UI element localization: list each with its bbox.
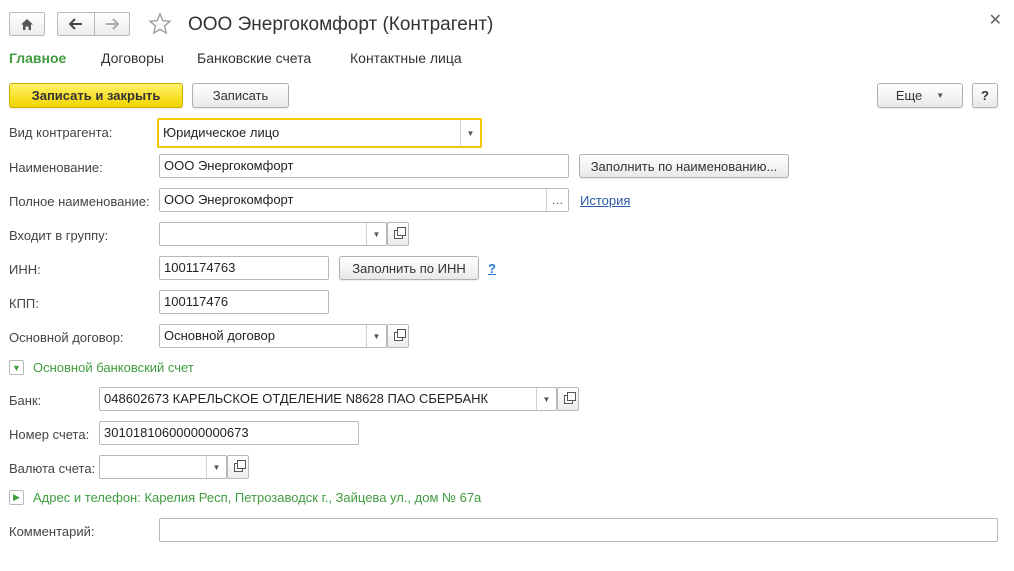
star-icon <box>148 12 172 35</box>
fill-by-name-button[interactable]: Заполнить по наименованию... <box>579 154 789 178</box>
name-input[interactable]: ООО Энергокомфорт <box>159 154 569 178</box>
currency-label: Валюта счета: <box>9 461 96 476</box>
bank-section-title: Основной банковский счет <box>33 360 194 375</box>
name-value: ООО Энергокомфорт <box>164 158 294 173</box>
dropdown-arrow-icon[interactable]: ▼ <box>536 388 556 410</box>
save-and-close-label: Записать и закрыть <box>31 88 161 103</box>
open-currency-button[interactable] <box>227 455 249 479</box>
tab-contact-persons[interactable]: Контактные лица <box>350 49 462 67</box>
help-button[interactable]: ? <box>972 83 998 108</box>
dropdown-arrow-icon[interactable]: ▼ <box>460 120 480 146</box>
save-and-close-button[interactable]: Записать и закрыть <box>9 83 183 108</box>
comment-label: Комментарий: <box>9 524 95 539</box>
arrow-left-icon <box>69 18 82 30</box>
contract-label: Основной договор: <box>9 330 124 345</box>
contract-select[interactable]: Основной договор ▼ <box>159 324 387 348</box>
chevron-down-icon[interactable]: ▼ <box>9 360 24 375</box>
full-name-label: Полное наименование: <box>9 194 150 209</box>
fill-by-name-label: Заполнить по наименованию... <box>590 158 778 174</box>
favorite-star-button[interactable] <box>148 12 172 36</box>
more-dots-icon[interactable]: … <box>546 189 568 211</box>
kpp-value: 100117476 <box>164 294 229 309</box>
full-name-value: ООО Энергокомфорт <box>164 192 294 207</box>
open-window-icon <box>393 226 406 239</box>
bank-select[interactable]: 048602673 КАРЕЛЬСКОЕ ОТДЕЛЕНИЕ N8628 ПАО… <box>99 387 557 411</box>
bank-value: 048602673 КАРЕЛЬСКОЕ ОТДЕЛЕНИЕ N8628 ПАО… <box>104 391 489 406</box>
tab-main[interactable]: Главное <box>9 49 66 67</box>
back-button[interactable] <box>57 12 94 36</box>
chevron-right-icon[interactable]: ▶ <box>9 490 24 505</box>
save-label: Записать <box>212 88 269 103</box>
currency-select[interactable]: ▼ <box>99 455 227 479</box>
open-bank-button[interactable] <box>557 387 579 411</box>
dropdown-arrow-icon[interactable]: ▼ <box>366 325 386 347</box>
comment-input[interactable] <box>159 518 998 542</box>
kind-label: Вид контрагента: <box>9 125 113 140</box>
account-value: 30101810600000000673 <box>104 425 249 440</box>
comment-value <box>160 519 997 541</box>
address-section-header[interactable]: ▶ Адрес и телефон: Карелия Респ, Петроза… <box>9 490 481 505</box>
name-label: Наименование: <box>9 160 103 175</box>
group-select[interactable]: ▼ <box>159 222 387 246</box>
open-window-icon <box>233 459 246 472</box>
inn-label: ИНН: <box>9 262 41 277</box>
inn-value: 1001174763 <box>164 260 236 275</box>
tab-bank-accounts[interactable]: Банковские счета <box>197 49 311 67</box>
arrow-right-icon <box>106 18 119 30</box>
forward-button[interactable] <box>94 12 130 36</box>
home-button[interactable] <box>9 12 45 36</box>
history-link[interactable]: История <box>580 193 630 208</box>
kpp-label: КПП: <box>9 296 39 311</box>
full-name-input[interactable]: ООО Энергокомфорт … <box>159 188 569 212</box>
chevron-down-icon: ▼ <box>936 91 945 100</box>
window-title: ООО Энергокомфорт (Контрагент) <box>188 14 494 35</box>
open-contract-button[interactable] <box>387 324 409 348</box>
fill-by-inn-label: Заполнить по ИНН <box>352 260 466 276</box>
open-window-icon <box>393 328 406 341</box>
kpp-input[interactable]: 100117476 <box>159 290 329 314</box>
home-icon <box>21 18 33 30</box>
close-icon[interactable]: ✕ <box>989 10 1002 30</box>
group-value <box>160 223 366 245</box>
kind-value: Юридическое лицо <box>163 125 280 140</box>
open-window-icon <box>563 391 576 404</box>
save-button[interactable]: Записать <box>192 83 289 108</box>
dropdown-arrow-icon[interactable]: ▼ <box>206 456 226 478</box>
fill-by-inn-button[interactable]: Заполнить по ИНН <box>339 256 479 280</box>
bank-section-header[interactable]: ▼ Основной банковский счет <box>9 360 194 375</box>
open-group-button[interactable] <box>387 222 409 246</box>
address-section-title: Адрес и телефон: Карелия Респ, Петрозаво… <box>33 490 482 505</box>
account-label: Номер счета: <box>9 427 90 442</box>
kind-select[interactable]: Юридическое лицо ▼ <box>157 118 482 148</box>
group-label: Входит в группу: <box>9 228 109 243</box>
tab-contracts[interactable]: Договоры <box>101 49 164 67</box>
bank-label: Банк: <box>9 393 42 408</box>
more-label: Еще <box>895 88 923 103</box>
contract-value: Основной договор <box>164 328 275 343</box>
account-input[interactable]: 30101810600000000673 <box>99 421 359 445</box>
inn-help-link[interactable]: ? <box>488 261 496 276</box>
help-label: ? <box>981 88 989 103</box>
more-button[interactable]: Еще ▼ <box>877 83 963 108</box>
currency-value <box>100 456 206 478</box>
inn-input[interactable]: 1001174763 <box>159 256 329 280</box>
dropdown-arrow-icon[interactable]: ▼ <box>366 223 386 245</box>
